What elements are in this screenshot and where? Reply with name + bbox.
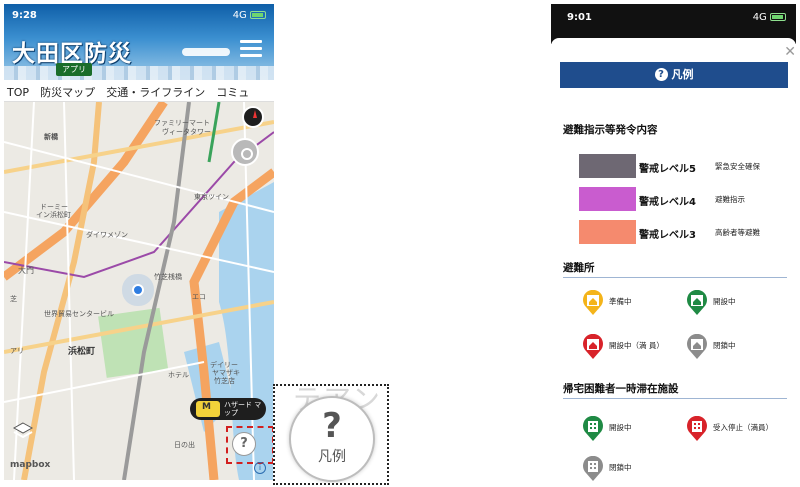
disaster-map[interactable]: ファミリーマート ヴィータタワー 新橋 ドーミー イン浜松町 世界貿易センタービ…	[4, 102, 274, 480]
signal-indicator: 4G	[233, 10, 266, 21]
map-book-icon	[196, 401, 220, 417]
section-title-shelters: 避難所	[563, 262, 595, 274]
tab-traffic-lifeline[interactable]: 交通・ライフライン	[103, 80, 208, 103]
level-desc: 高齢者等避難	[715, 228, 760, 237]
legend-button-zoomed: ? 凡例	[289, 396, 375, 482]
mapbox-logo: mapbox	[10, 460, 51, 470]
signal-indicator: 4G	[753, 12, 786, 23]
hazard-map-button[interactable]: ハザード マップ	[190, 398, 266, 420]
map-label: ダイワメゾン	[86, 231, 128, 239]
map-label: 大門	[18, 266, 34, 275]
hazard-map-label: ハザード マップ	[224, 401, 262, 417]
section-divider	[563, 398, 787, 399]
compass-icon[interactable]	[242, 106, 264, 128]
shelter-status-label: 開設中	[713, 297, 736, 306]
battery-icon	[250, 11, 266, 19]
level-desc: 避難指示	[715, 195, 745, 204]
app-badge: アプリ	[56, 63, 92, 76]
map-label: 竹芝店	[214, 377, 235, 385]
right-phone-screen: 9:01 4G ✕ ? 凡例 避難指示等発令内容 警戒レベル5 緊急安全確保 警戒…	[551, 4, 796, 484]
building-icon	[687, 416, 707, 441]
level-desc: 緊急安全確保	[715, 162, 760, 171]
map-label: エコ	[192, 293, 206, 301]
map-label: イン浜松町	[36, 211, 71, 219]
level-swatch	[579, 187, 636, 211]
status-bar: 9:28 4G	[4, 4, 274, 28]
menu-icon[interactable]	[240, 40, 262, 58]
left-phone-screen: 大田区防災 アプリ 9:28 4G TOP 防災マップ 交通・ライフライン コミ…	[4, 4, 274, 480]
main-tabs: TOP 防災マップ 交通・ライフライン コミュ	[4, 80, 274, 105]
facility-status-label: 開設中	[609, 423, 632, 432]
shelter-house-icon	[687, 290, 707, 315]
level-swatch	[579, 154, 636, 178]
facility-status-label: 受入停止（満員）	[713, 423, 773, 432]
status-time: 9:28	[12, 10, 37, 21]
current-location-icon[interactable]	[231, 138, 259, 166]
zoom-inset: テアン ? 凡例	[273, 384, 389, 485]
legend-label: 凡例	[318, 449, 346, 465]
tab-community[interactable]: コミュ	[213, 80, 252, 103]
map-label: 東京ツイン	[194, 193, 229, 201]
skyline-graphic	[4, 66, 274, 80]
section-title-evacuation: 避難指示等発令内容	[563, 124, 658, 136]
legend-header: ? 凡例	[560, 62, 788, 88]
status-bar: 9:01 4G	[551, 4, 796, 28]
map-label: 世界貿易センタービル	[44, 310, 114, 318]
user-location-marker	[132, 284, 144, 296]
map-label: ヴィータタワー	[162, 128, 211, 136]
map-label: 新橋	[44, 133, 58, 141]
airplane-graphic	[182, 48, 230, 56]
status-time: 9:01	[567, 12, 592, 23]
legend-level-5: 警戒レベル5 緊急安全確保	[579, 154, 796, 178]
level-name: 警戒レベル5	[639, 164, 696, 175]
network-label: 4G	[232, 10, 247, 21]
map-label: アリ	[10, 347, 24, 355]
close-icon[interactable]: ✕	[784, 44, 796, 60]
map-label: ホテル	[168, 371, 189, 379]
map-label: 日の出	[174, 441, 195, 449]
shelter-status-label: 閉鎖中	[713, 341, 736, 350]
shelter-house-icon	[583, 290, 603, 315]
building-icon	[583, 416, 603, 441]
section-title-stranded-facilities: 帰宅困難者一時滞在施設	[563, 383, 679, 395]
shelter-house-icon	[687, 334, 707, 359]
legend-level-4: 警戒レベル4 避難指示	[579, 187, 796, 211]
legend-title: 凡例	[671, 68, 694, 81]
level-swatch	[579, 220, 636, 244]
map-label: 竹芝桟橋	[154, 273, 182, 281]
legend-level-3: 警戒レベル3 高齢者等避難	[579, 220, 796, 244]
building-icon	[583, 456, 603, 481]
level-name: 警戒レベル4	[639, 197, 696, 208]
shelter-status-label: 開設中（満 員）	[609, 341, 664, 350]
info-icon[interactable]: i	[254, 462, 266, 474]
question-icon: ?	[322, 406, 342, 446]
highlight-box	[226, 426, 274, 464]
section-divider	[563, 277, 787, 278]
tab-top[interactable]: TOP	[4, 82, 32, 102]
level-name: 警戒レベル3	[639, 230, 696, 241]
question-circle-icon: ?	[654, 68, 668, 81]
battery-icon	[770, 13, 786, 21]
map-label: 芝	[10, 295, 17, 303]
facility-status-label: 閉鎖中	[609, 463, 632, 472]
shelter-status-label: 準備中	[609, 297, 632, 306]
layers-icon[interactable]	[12, 420, 34, 442]
shelter-house-icon	[583, 334, 603, 359]
map-label: 浜松町	[68, 347, 96, 357]
network-label: 4G	[752, 12, 767, 23]
